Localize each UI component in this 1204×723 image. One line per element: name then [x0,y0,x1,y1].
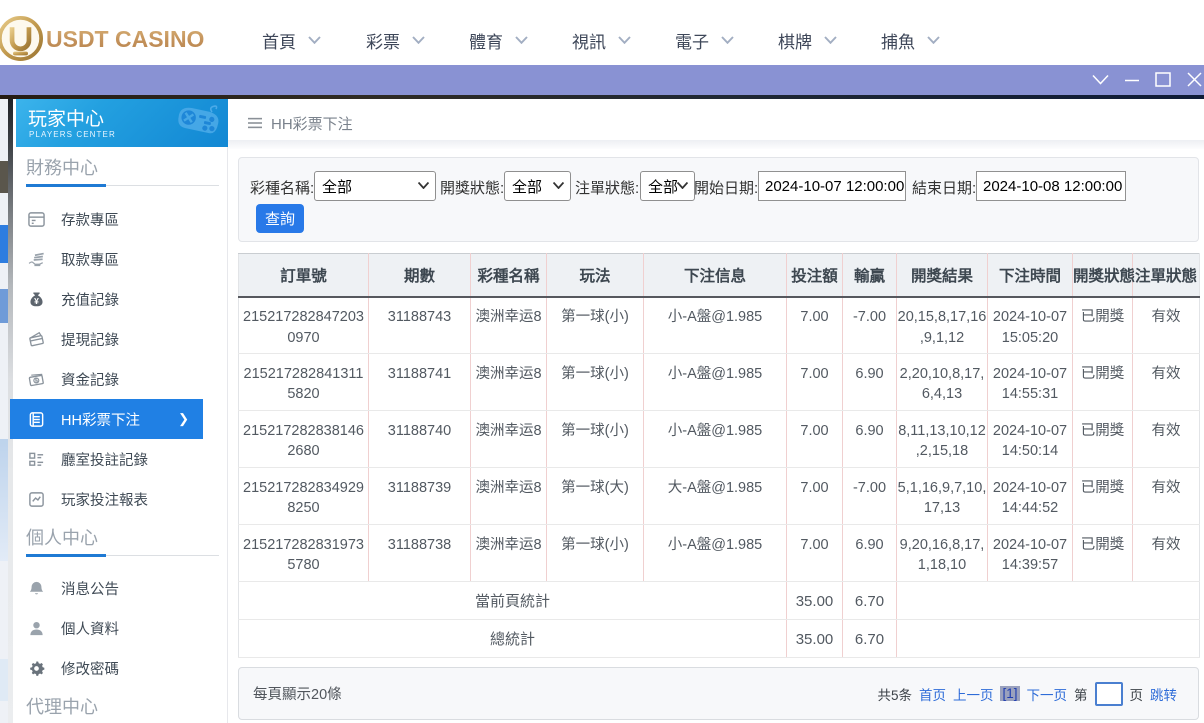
svg-text:¥: ¥ [34,296,39,306]
